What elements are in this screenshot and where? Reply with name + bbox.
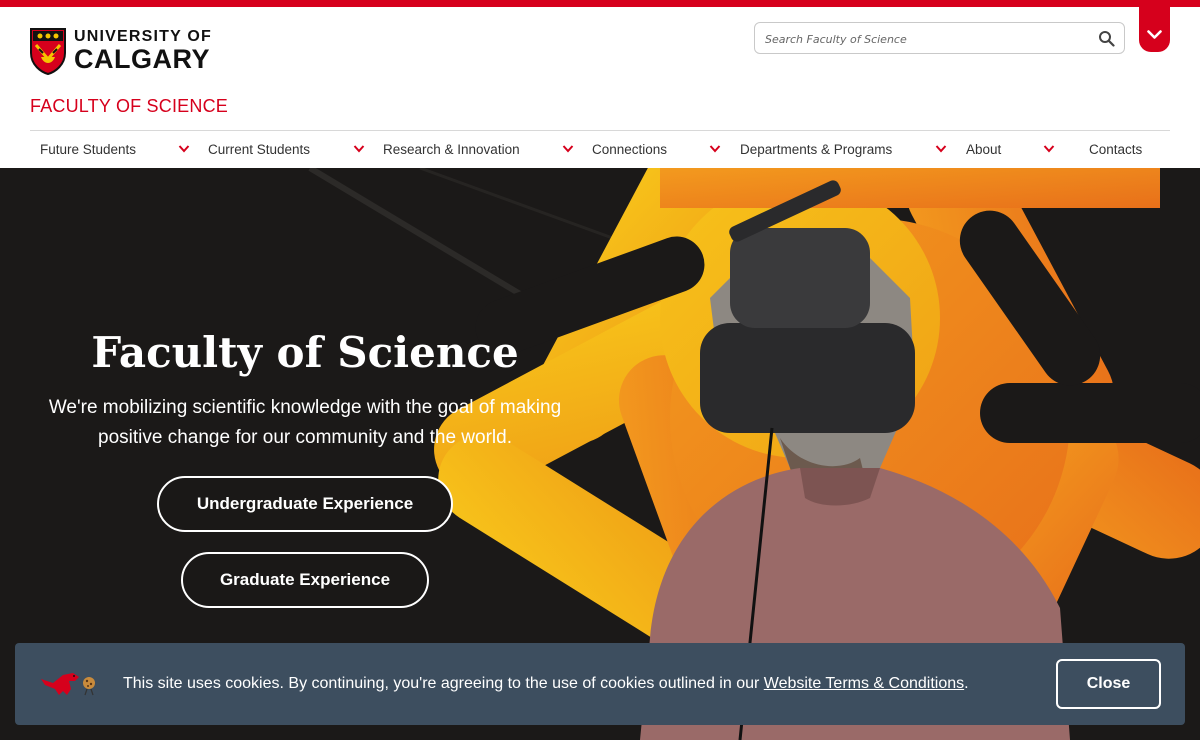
nav-item-research-innovation[interactable]: Research & Innovation: [383, 142, 520, 157]
chevron-down-icon[interactable]: [353, 144, 365, 154]
university-logo[interactable]: UNIVERSITY OF CALGARY: [29, 27, 212, 75]
chevron-down-icon[interactable]: [1043, 144, 1055, 154]
hero-subtitle-line-2: positive change for our community and th…: [98, 427, 512, 448]
cookie-banner: This site uses cookies. By continuing, y…: [15, 643, 1185, 725]
quick-links-toggle[interactable]: [1139, 0, 1170, 52]
chevron-down-icon[interactable]: [562, 144, 574, 154]
cookie-close-button[interactable]: Close: [1056, 659, 1161, 709]
nav-item-future-students[interactable]: Future Students: [40, 142, 136, 157]
nav-item-contacts[interactable]: Contacts: [1089, 142, 1142, 157]
nav-item-departments-programs[interactable]: Departments & Programs: [740, 142, 892, 157]
hero-title: Faculty of Science: [91, 328, 519, 377]
search-input[interactable]: [765, 30, 1085, 48]
cookie-message-text: This site uses cookies. By continuing, y…: [123, 675, 764, 692]
hero-subtitle: We're mobilizing scientific knowledge wi…: [20, 393, 590, 453]
cookie-message: This site uses cookies. By continuing, y…: [123, 675, 969, 693]
nav-item-current-students[interactable]: Current Students: [208, 142, 310, 157]
chevron-down-icon[interactable]: [935, 144, 947, 154]
nav-item-connections[interactable]: Connections: [592, 142, 667, 157]
terms-link[interactable]: Website Terms & Conditions: [764, 675, 964, 692]
search-box: [754, 22, 1125, 54]
logo-line-2: CALGARY: [74, 44, 210, 74]
chevron-down-icon: [1147, 30, 1162, 39]
main-nav: Future Students Current Students Researc…: [30, 130, 1170, 168]
crest-icon: [30, 28, 66, 75]
cookie-message-end: .: [964, 675, 969, 692]
logo-line-1: UNIVERSITY OF: [74, 28, 212, 45]
hero-subtitle-line-1: We're mobilizing scientific knowledge wi…: [48, 397, 562, 418]
dinosaur-cookie-icon: [41, 673, 95, 696]
undergraduate-experience-button[interactable]: Undergraduate Experience: [157, 476, 453, 532]
nav-item-about[interactable]: About: [966, 142, 1001, 157]
top-accent-bar: [0, 0, 1200, 7]
faculty-title[interactable]: FACULTY OF SCIENCE: [30, 96, 228, 117]
chevron-down-icon[interactable]: [709, 144, 721, 154]
chevron-down-icon[interactable]: [178, 144, 190, 154]
graduate-experience-button[interactable]: Graduate Experience: [181, 552, 429, 608]
search-icon[interactable]: [1098, 30, 1115, 47]
